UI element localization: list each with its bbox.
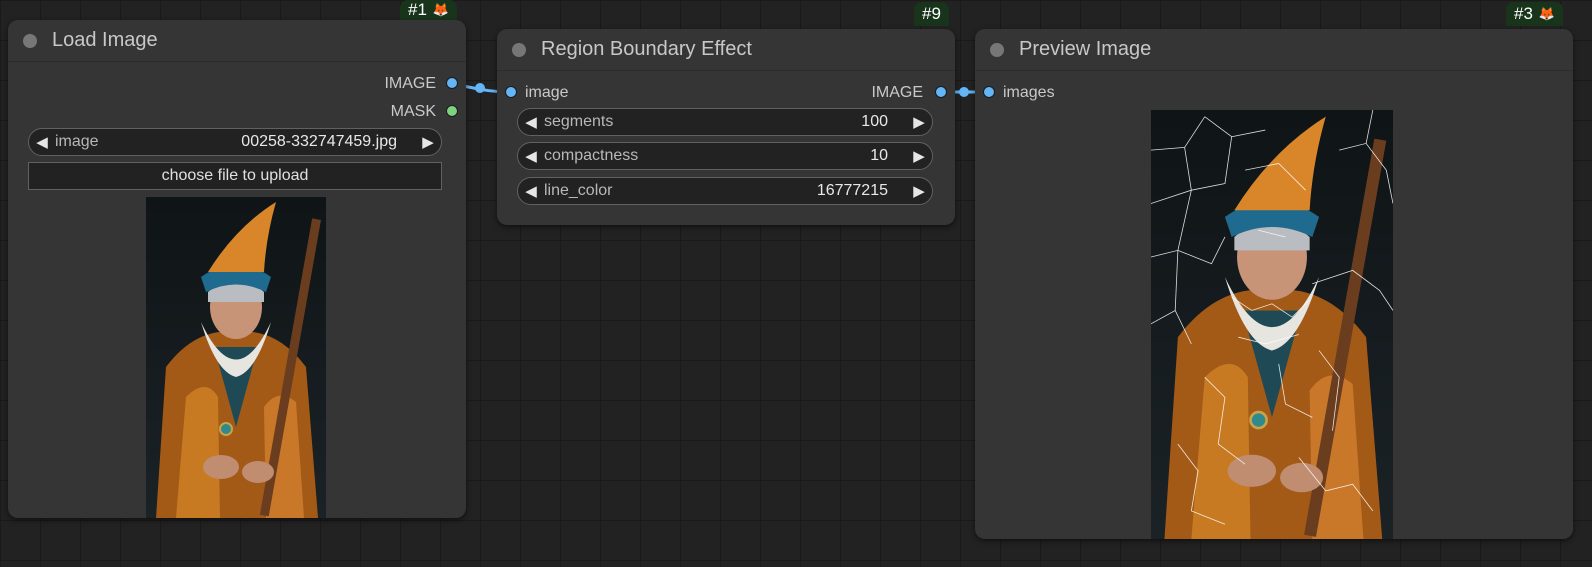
node-header[interactable]: Region Boundary Effect <box>497 29 955 71</box>
input-label-image: image <box>525 84 569 101</box>
fox-icon: 🦊 <box>1538 6 1556 21</box>
collapse-dot-icon[interactable] <box>990 42 1004 57</box>
widget-value: 00258-332747459.jpg <box>241 133 397 150</box>
collapse-dot-icon[interactable] <box>512 42 526 57</box>
triangle-right-icon[interactable]: ▶ <box>906 147 932 165</box>
output-slot-image[interactable] <box>446 77 458 89</box>
input-image-preview <box>146 197 326 518</box>
triangle-left-icon[interactable]: ◀ <box>518 147 544 165</box>
segments-widget[interactable]: ◀ segments 100 ▶ <box>517 108 933 136</box>
widget-name: image <box>55 133 99 150</box>
link-midpoint <box>959 87 969 97</box>
node-title: Preview Image <box>1019 38 1152 60</box>
preview-image-node[interactable]: Preview Image images <box>975 29 1573 539</box>
triangle-right-icon[interactable]: ▶ <box>415 133 441 151</box>
triangle-right-icon[interactable]: ▶ <box>906 182 932 200</box>
output-slot-image[interactable] <box>935 86 947 98</box>
node-title: Load Image <box>52 29 158 51</box>
node-id-badge: #1 🦊 <box>400 0 458 20</box>
node-id-badge: #3 🦊 <box>1506 2 1564 26</box>
node-id: #1 <box>408 0 427 19</box>
node-header[interactable]: Load Image <box>8 20 466 62</box>
input-label-images: images <box>1003 84 1055 101</box>
output-label-mask: MASK <box>390 103 436 120</box>
widget-value: 100 <box>861 113 888 130</box>
widget-name: compactness <box>544 147 639 164</box>
node-id-badge: #9 <box>914 2 949 26</box>
triangle-left-icon[interactable]: ◀ <box>518 113 544 131</box>
output-slot-mask[interactable] <box>446 105 458 117</box>
widget-name: segments <box>544 113 614 130</box>
load-image-node[interactable]: Load Image IMAGE MASK ◀ image 00258-3327… <box>8 20 466 518</box>
line-color-widget[interactable]: ◀ line_color 16777215 ▶ <box>517 177 933 205</box>
node-id: #3 <box>1514 4 1533 23</box>
input-slot-image[interactable] <box>505 86 517 98</box>
node-header[interactable]: Preview Image <box>975 29 1573 71</box>
triangle-left-icon[interactable]: ◀ <box>29 133 55 151</box>
triangle-right-icon[interactable]: ▶ <box>906 113 932 131</box>
image-combo-widget[interactable]: ◀ image 00258-332747459.jpg ▶ <box>28 128 442 156</box>
input-slot-images[interactable] <box>983 86 995 98</box>
triangle-left-icon[interactable]: ◀ <box>518 182 544 200</box>
output-image-preview <box>1151 110 1393 539</box>
upload-button[interactable]: choose file to upload <box>28 162 442 190</box>
compactness-widget[interactable]: ◀ compactness 10 ▶ <box>517 142 933 170</box>
node-title: Region Boundary Effect <box>541 38 752 60</box>
output-label-image: IMAGE <box>384 75 436 92</box>
fox-icon: 🦊 <box>432 2 450 17</box>
region-boundary-node[interactable]: Region Boundary Effect image IMAGE ◀ seg… <box>497 29 955 225</box>
widget-name: line_color <box>544 182 613 199</box>
output-label-image: IMAGE <box>871 84 923 101</box>
widget-value: 16777215 <box>816 182 888 199</box>
node-id: #9 <box>922 4 941 23</box>
collapse-dot-icon[interactable] <box>23 33 37 48</box>
widget-value: 10 <box>870 147 888 164</box>
link-midpoint <box>475 83 485 93</box>
